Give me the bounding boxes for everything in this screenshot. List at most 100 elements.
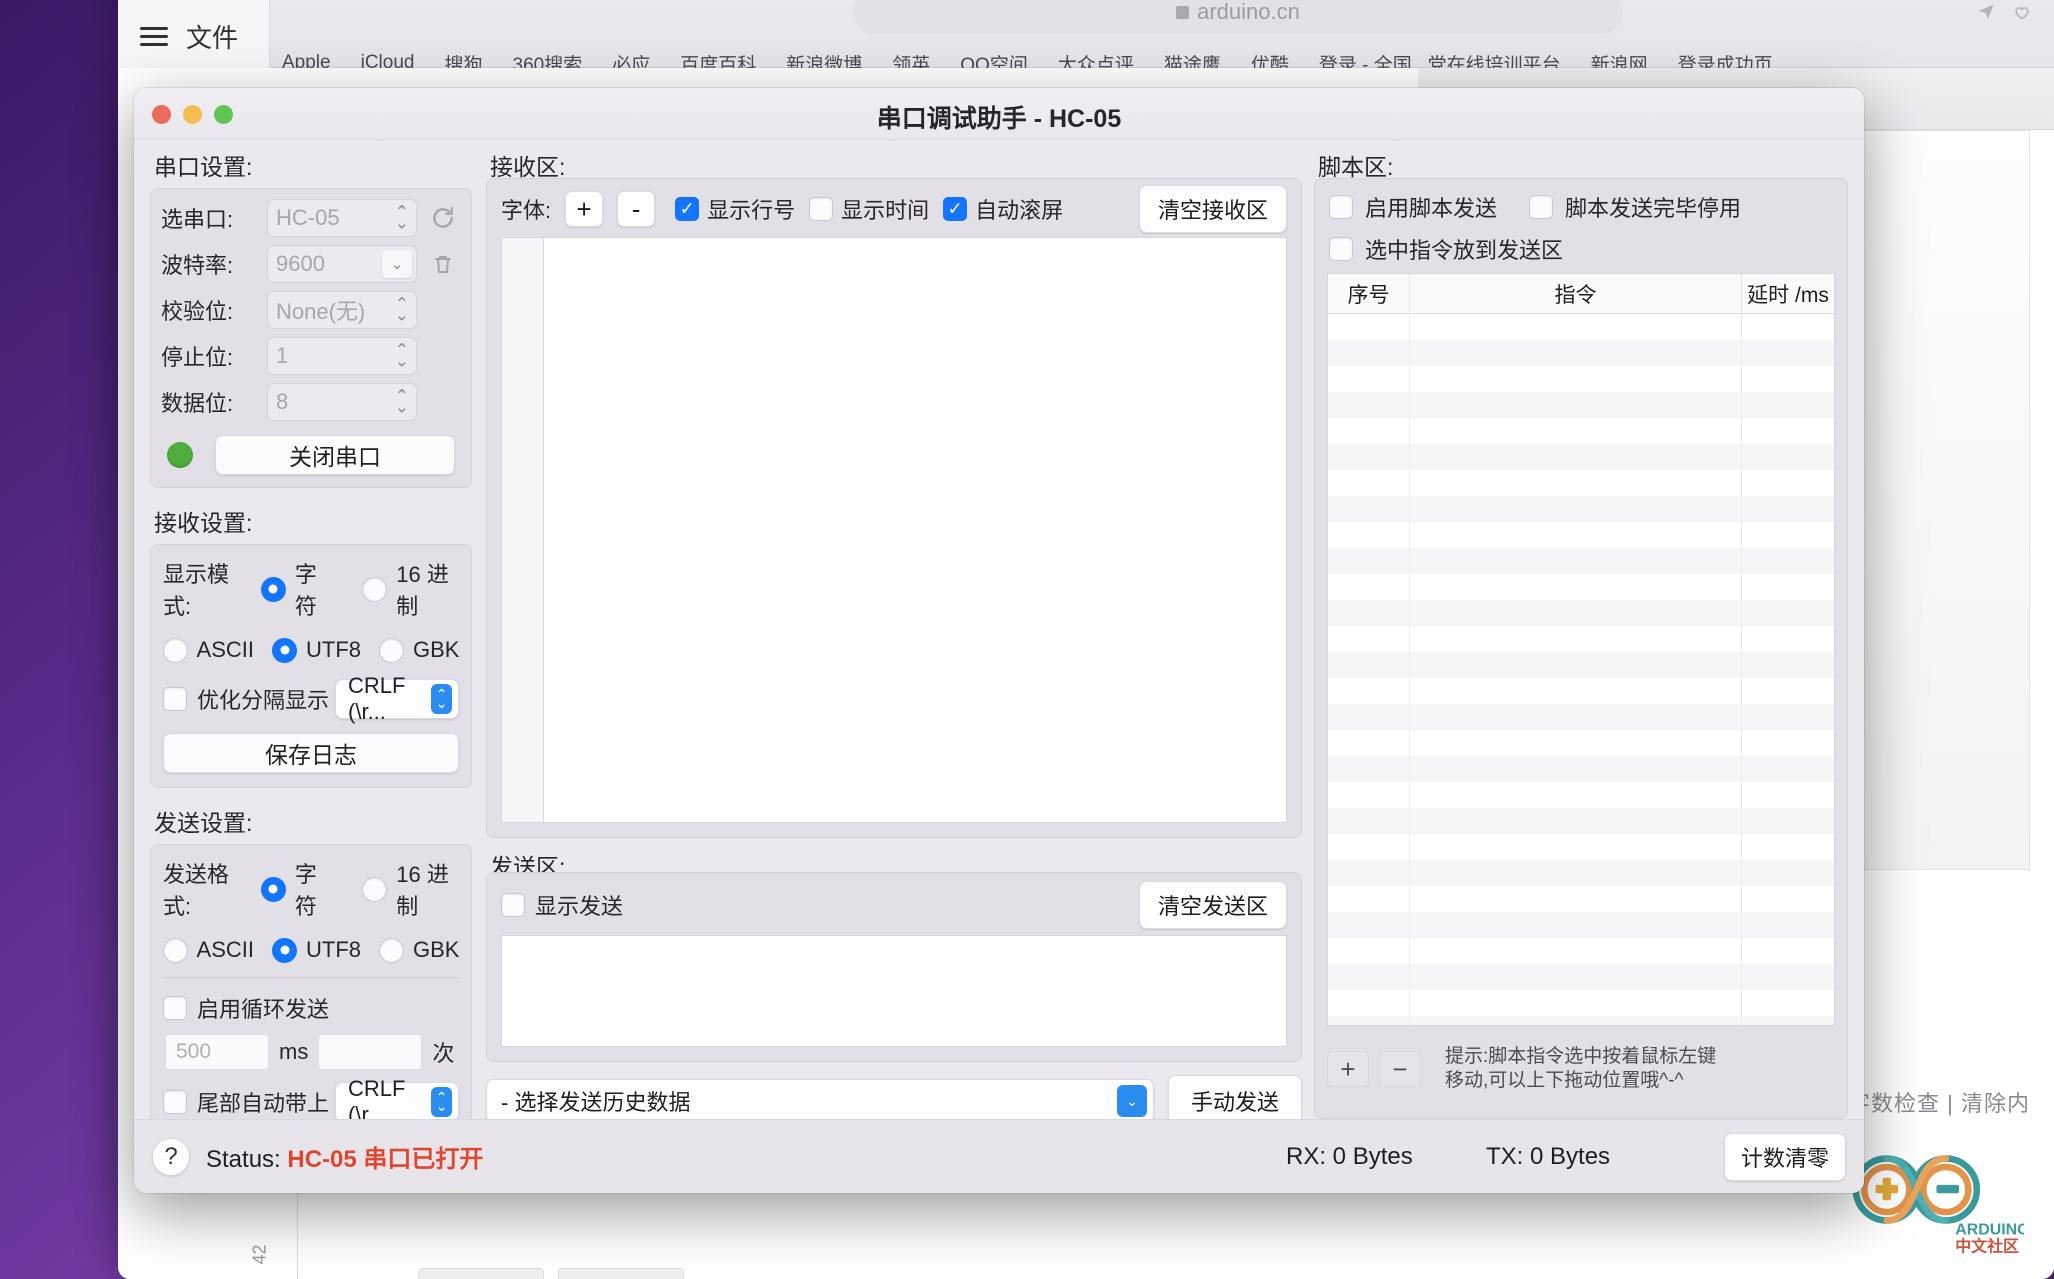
send-history-select[interactable]: - 选择发送历史数据 ⌄ bbox=[486, 1079, 1154, 1123]
script-table-row[interactable] bbox=[1328, 366, 1834, 392]
toggle-port-button[interactable]: 关闭串口 bbox=[215, 435, 455, 475]
script-table-row[interactable] bbox=[1328, 340, 1834, 366]
script-table-row[interactable] bbox=[1328, 964, 1834, 990]
word-count-tools[interactable]: 字数检查 | 清除内 bbox=[1848, 1086, 2030, 1118]
stepper-icon[interactable]: ⌃ ⌄ bbox=[431, 684, 452, 714]
post-option-extra[interactable]: 附加选项 bbox=[418, 1268, 544, 1279]
post-options-row[interactable]: 附加选项 回帖奖励 bbox=[418, 1268, 684, 1279]
parity-select[interactable]: None(无) ⌃ ⌄ bbox=[267, 291, 417, 329]
receive-text-area[interactable] bbox=[543, 237, 1287, 823]
baudrate-select[interactable]: 9600 ⌄ bbox=[267, 245, 417, 283]
send-text-area[interactable] bbox=[501, 935, 1287, 1047]
stepper-icon[interactable]: ⌃ ⌄ bbox=[395, 387, 409, 415]
post-option-reward[interactable]: 回帖奖励 bbox=[558, 1268, 684, 1279]
script-table-row[interactable] bbox=[1328, 808, 1834, 834]
script-table-row[interactable] bbox=[1328, 626, 1834, 652]
radio-icon[interactable] bbox=[162, 937, 188, 963]
script-table-row[interactable] bbox=[1328, 756, 1834, 782]
trash-icon[interactable] bbox=[425, 246, 461, 282]
script-table-row[interactable] bbox=[1328, 496, 1834, 522]
hamburger-menu-icon[interactable] bbox=[140, 27, 168, 46]
auto-scroll-option[interactable]: 自动滚屏 bbox=[943, 193, 1063, 225]
radio-icon[interactable] bbox=[260, 876, 286, 902]
radio-icon[interactable] bbox=[362, 876, 388, 902]
script-table-row[interactable] bbox=[1328, 418, 1834, 444]
script-table-row[interactable] bbox=[1328, 600, 1834, 626]
script-table-row[interactable] bbox=[1328, 730, 1834, 756]
script-table-row[interactable] bbox=[1328, 704, 1834, 730]
display-mode-option-char[interactable]: 字符 bbox=[260, 557, 330, 621]
script-table-row[interactable] bbox=[1328, 548, 1834, 574]
show-time-checkbox[interactable] bbox=[809, 197, 834, 221]
show-time-option[interactable]: 显示时间 bbox=[809, 193, 929, 225]
port-select[interactable]: HC-05 ⌃ ⌄ bbox=[267, 199, 417, 237]
show-send-option[interactable]: 显示发送 bbox=[501, 889, 623, 921]
stopbits-select[interactable]: 1 ⌃ ⌄ bbox=[267, 337, 417, 375]
selected-to-send-option[interactable]: 选中指令放到发送区 bbox=[1329, 233, 1563, 265]
send-format-option-char[interactable]: 字符 bbox=[260, 857, 330, 921]
script-table-row[interactable] bbox=[1328, 860, 1834, 886]
show-send-checkbox[interactable] bbox=[501, 893, 525, 917]
radio-icon[interactable] bbox=[260, 576, 286, 602]
omnibox-actions[interactable] bbox=[1976, 2, 2032, 22]
script-table-row[interactable] bbox=[1328, 990, 1834, 1016]
script-table-row[interactable] bbox=[1328, 912, 1834, 938]
bookmark-heart-icon[interactable] bbox=[2012, 2, 2032, 22]
script-table-row[interactable] bbox=[1328, 938, 1834, 964]
enable-script-option[interactable]: 启用脚本发送 bbox=[1329, 191, 1497, 223]
clear-receive-button[interactable]: 清空接收区 bbox=[1138, 185, 1287, 233]
chevron-down-icon[interactable]: ⌄ bbox=[382, 250, 412, 278]
save-log-button[interactable]: 保存日志 bbox=[163, 733, 459, 773]
tail-append-checkbox[interactable] bbox=[163, 1090, 187, 1114]
finder-menu-row[interactable]: 文件 bbox=[140, 18, 238, 55]
radio-icon[interactable] bbox=[362, 576, 388, 602]
add-command-button[interactable]: + bbox=[1327, 1051, 1369, 1087]
font-decrease-button[interactable]: - bbox=[617, 191, 656, 227]
script-command-table[interactable]: 序号 指令 延时 /ms bbox=[1327, 273, 1835, 1026]
finder-menu-label[interactable]: 文件 bbox=[186, 18, 238, 55]
font-increase-button[interactable]: + bbox=[565, 191, 604, 227]
radio-icon[interactable] bbox=[162, 637, 188, 663]
address-bar[interactable]: arduino.cn bbox=[853, 0, 1623, 34]
send-format-option-hex[interactable]: 16 进制 bbox=[362, 857, 459, 921]
chevron-down-icon[interactable]: ⌄ bbox=[1116, 1085, 1147, 1117]
show-line-numbers-option[interactable]: 显示行号 bbox=[675, 193, 795, 225]
radio-icon[interactable] bbox=[272, 637, 297, 663]
stepper-icon[interactable]: ⌃ ⌄ bbox=[395, 341, 409, 369]
auto-scroll-checkbox[interactable] bbox=[943, 197, 968, 221]
script-table-row[interactable] bbox=[1328, 574, 1834, 600]
script-table-row[interactable] bbox=[1328, 678, 1834, 704]
clear-send-button[interactable]: 清空发送区 bbox=[1138, 881, 1287, 929]
receive-encoding-utf8[interactable]: UTF8 bbox=[272, 637, 361, 663]
receive-encoding-gbk[interactable]: GBK bbox=[379, 637, 459, 663]
radio-icon[interactable] bbox=[379, 937, 404, 963]
share-icon[interactable] bbox=[1976, 2, 1996, 22]
receive-encoding-ascii[interactable]: ASCII bbox=[162, 637, 254, 663]
stepper-icon[interactable]: ⌃ ⌄ bbox=[431, 1087, 452, 1117]
send-encoding-utf8[interactable]: UTF8 bbox=[272, 937, 361, 963]
radio-icon[interactable] bbox=[272, 937, 297, 963]
script-table-row[interactable] bbox=[1328, 886, 1834, 912]
receive-separator-select[interactable]: CRLF (\r... ⌃ ⌄ bbox=[335, 673, 459, 724]
script-table-row[interactable] bbox=[1328, 392, 1834, 418]
script-table-row[interactable] bbox=[1328, 444, 1834, 470]
script-table-row[interactable] bbox=[1328, 834, 1834, 860]
tail-append-select[interactable]: CRLF (\r... ⌃ ⌄ bbox=[335, 1076, 459, 1127]
refresh-icon[interactable] bbox=[425, 200, 461, 236]
script-table-body[interactable] bbox=[1328, 314, 1834, 1025]
loop-count-input[interactable] bbox=[318, 1034, 423, 1070]
display-mode-option-hex[interactable]: 16 进制 bbox=[362, 557, 459, 621]
loop-send-checkbox[interactable] bbox=[163, 996, 187, 1020]
optimize-separator-checkbox[interactable] bbox=[163, 687, 187, 711]
show-line-numbers-checkbox[interactable] bbox=[675, 197, 700, 221]
databits-select[interactable]: 8 ⌃ ⌄ bbox=[267, 383, 417, 421]
script-table-row[interactable] bbox=[1328, 470, 1834, 496]
stop-on-finish-checkbox[interactable] bbox=[1529, 195, 1554, 219]
reset-counter-button[interactable]: 计数清零 bbox=[1723, 1132, 1846, 1181]
remove-command-button[interactable]: − bbox=[1379, 1051, 1421, 1087]
send-encoding-ascii[interactable]: ASCII bbox=[162, 937, 254, 963]
script-table-row[interactable] bbox=[1328, 782, 1834, 808]
serial-debug-assistant-window[interactable]: 串口调试助手 - HC-05 串口设置: 选串口: HC-05 ⌃ ⌄ 波特率:… bbox=[134, 88, 1864, 1193]
loop-interval-input[interactable]: 500 bbox=[165, 1034, 269, 1070]
window-titlebar[interactable]: 串口调试助手 - HC-05 bbox=[134, 88, 1864, 140]
